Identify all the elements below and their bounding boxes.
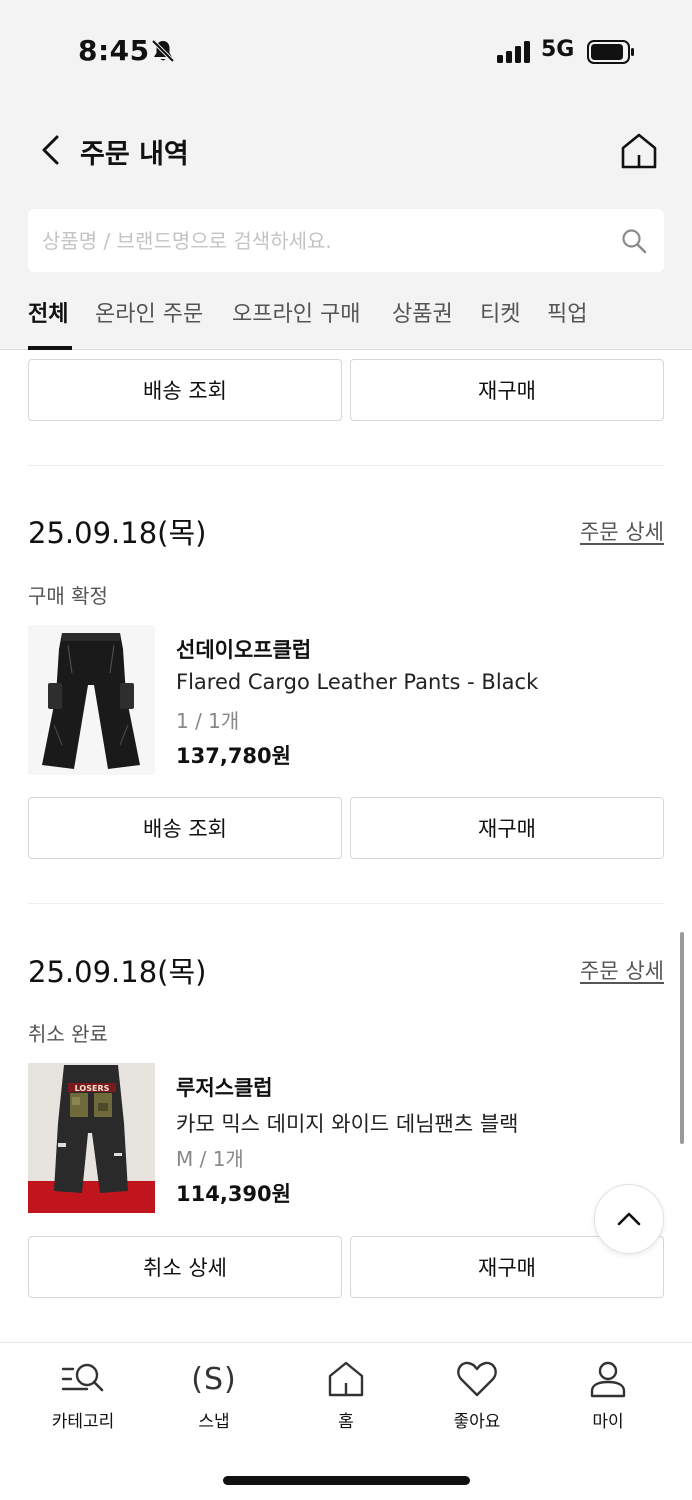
signal-icon [497,41,530,63]
nav-category[interactable]: 카테고리 [33,1355,133,1445]
category-search-icon [61,1363,104,1392]
order-tabs: 전체 온라인 주문 오프라인 구매 상품권 티켓 픽업 [0,290,692,350]
nav-my[interactable]: 마이 [558,1355,658,1445]
nav-snap[interactable]: (S) 스냅 [164,1355,264,1445]
tab-online-order[interactable]: 온라인 주문 [95,296,203,328]
home-indicator [223,1476,470,1485]
tab-all[interactable]: 전체 [28,296,68,328]
nav-likes[interactable]: 좋아요 [427,1355,527,1445]
status-bar: 8:45 5G [0,0,692,100]
tab-ticket[interactable]: 티켓 [480,296,520,328]
product-price: 114,390원 [176,1182,291,1206]
order-detail-link[interactable]: 주문 상세 [580,516,664,546]
product-price: 137,780원 [176,744,291,768]
active-tab-indicator [28,346,72,350]
home-icon [328,1361,364,1397]
order-status: 취소 완료 [28,1022,108,1046]
leather-pants-image [42,633,140,769]
order-divider [28,903,664,904]
nav-label: 카테고리 [51,1412,115,1432]
scroll-to-top-button[interactable] [594,1184,664,1254]
product-option: M / 1개 [176,1147,244,1171]
back-button[interactable] [32,130,68,170]
scrollbar[interactable] [680,932,684,1144]
tab-offline-purchase[interactable]: 오프라인 구매 [232,296,360,328]
tab-pickup[interactable]: 픽업 [547,296,587,328]
nav-label: 스냅 [198,1412,230,1432]
order-status: 구매 확정 [28,584,108,608]
home-button[interactable] [614,126,664,176]
brand-name: 선데이오프클럽 [176,638,312,662]
cancel-detail-button[interactable]: 취소 상세 [28,1236,342,1298]
reorder-button[interactable]: 재구매 [350,797,664,859]
heart-icon [457,1361,497,1397]
chevron-left-icon [42,135,59,165]
status-time: 8:45 [78,34,150,67]
bell-muted-icon [151,39,175,63]
denim-pants-image: LOSERS [28,1063,155,1213]
tracking-button[interactable]: 배송 조회 [28,797,342,859]
nav-home[interactable]: 홈 [296,1355,396,1445]
product-name[interactable]: Flared Cargo Leather Pants - Black [176,670,538,694]
brand-name: 루저스클럽 [176,1076,273,1100]
network-type: 5G [541,37,575,62]
nav-label: 홈 [338,1412,354,1432]
product-name[interactable]: 카모 믹스 데미지 와이드 데님팬츠 블랙 [176,1108,519,1138]
search-box [28,209,664,272]
search-input[interactable] [42,209,602,272]
tracking-button[interactable]: 배송 조회 [28,359,342,421]
nav-label: 마이 [592,1412,624,1432]
snap-icon: (S) [191,1361,237,1397]
order-date: 25.09.18(목) [28,955,207,989]
search-icon[interactable] [620,227,648,255]
order-detail-link[interactable]: 주문 상세 [580,955,664,985]
nav-label: 좋아요 [453,1412,501,1432]
order-date: 25.09.18(목) [28,516,207,550]
chevron-up-icon [617,1212,641,1226]
order-divider [28,465,664,466]
home-icon [621,133,657,169]
tab-gift-card[interactable]: 상품권 [392,296,453,328]
product-image[interactable] [28,625,155,775]
product-image[interactable]: LOSERS [28,1063,155,1213]
battery-icon [587,40,634,64]
product-option: 1 / 1개 [176,709,240,733]
logo-text: LOSERS [75,1084,110,1093]
reorder-button[interactable]: 재구매 [350,359,664,421]
nav-bar: 주문 내역 [0,120,692,182]
person-icon [590,1361,626,1398]
page-title: 주문 내역 [80,139,189,170]
